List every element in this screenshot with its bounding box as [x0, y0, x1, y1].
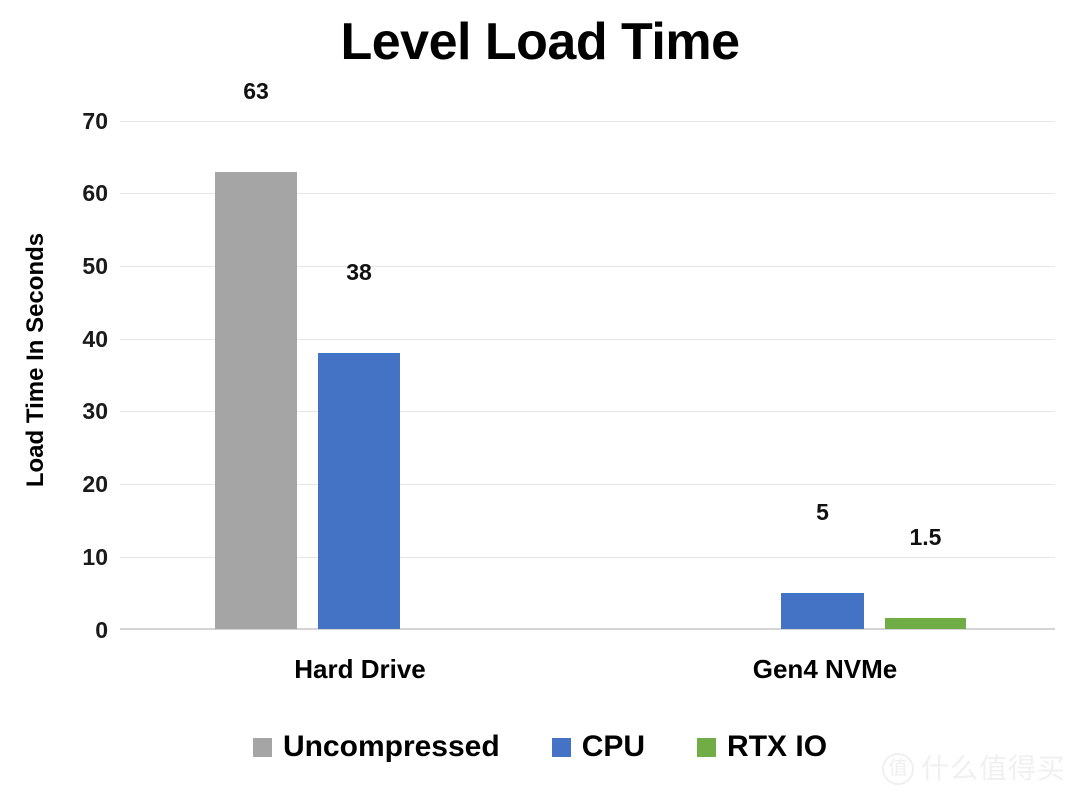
legend-item-uncompressed[interactable]: Uncompressed: [252, 728, 500, 766]
y-tick-40: 40: [82, 326, 108, 352]
y-tick-30: 30: [82, 398, 108, 424]
legend-item-rtx-io[interactable]: RTX IO: [697, 728, 827, 766]
y-tick-60: 60: [82, 180, 108, 206]
y-tick-50: 50: [82, 253, 108, 279]
gridline-70: [120, 121, 1055, 122]
legend-swatch-icon-cpu: [551, 737, 571, 757]
bar-label-gen4-nvme-cpu: 5: [816, 499, 829, 525]
bar-label-hard-drive-cpu: 38: [346, 259, 372, 285]
plot-area: 63 38 5 1.5: [120, 80, 1055, 630]
bar-gen4-nvme-cpu[interactable]: [781, 593, 864, 629]
legend-label-uncompressed: Uncompressed: [282, 730, 500, 763]
legend-label-rtx-io: RTX IO: [727, 730, 828, 763]
y-tick-70: 70: [82, 108, 108, 134]
y-tick-20: 20: [82, 471, 108, 497]
legend-label-cpu: CPU: [581, 730, 646, 763]
chart-legend: Uncompressed CPU RTX IO: [0, 728, 1080, 766]
category-label-hard-drive: Hard Drive: [294, 654, 426, 684]
bar-hard-drive-uncompressed[interactable]: [215, 172, 297, 629]
chart-title: Level Load Time: [340, 13, 740, 71]
bar-hard-drive-cpu[interactable]: [318, 353, 400, 629]
y-axis-tick-labels: 70 60 50 40 30 20 10 0: [0, 0, 108, 799]
bar-gen4-nvme-rtxio[interactable]: [885, 618, 966, 629]
y-tick-0: 0: [95, 617, 108, 643]
legend-swatch-icon-rtx-io: [697, 737, 717, 757]
category-label-gen4-nvme: Gen4 NVMe: [752, 654, 898, 684]
legend-swatch-icon-uncompressed: [252, 737, 272, 757]
bar-label-gen4-nvme-rtxio: 1.5: [909, 524, 942, 550]
y-tick-10: 10: [82, 544, 108, 570]
bar-label-hard-drive-uncompressed: 63: [243, 78, 269, 104]
legend-item-cpu[interactable]: CPU: [551, 728, 646, 766]
